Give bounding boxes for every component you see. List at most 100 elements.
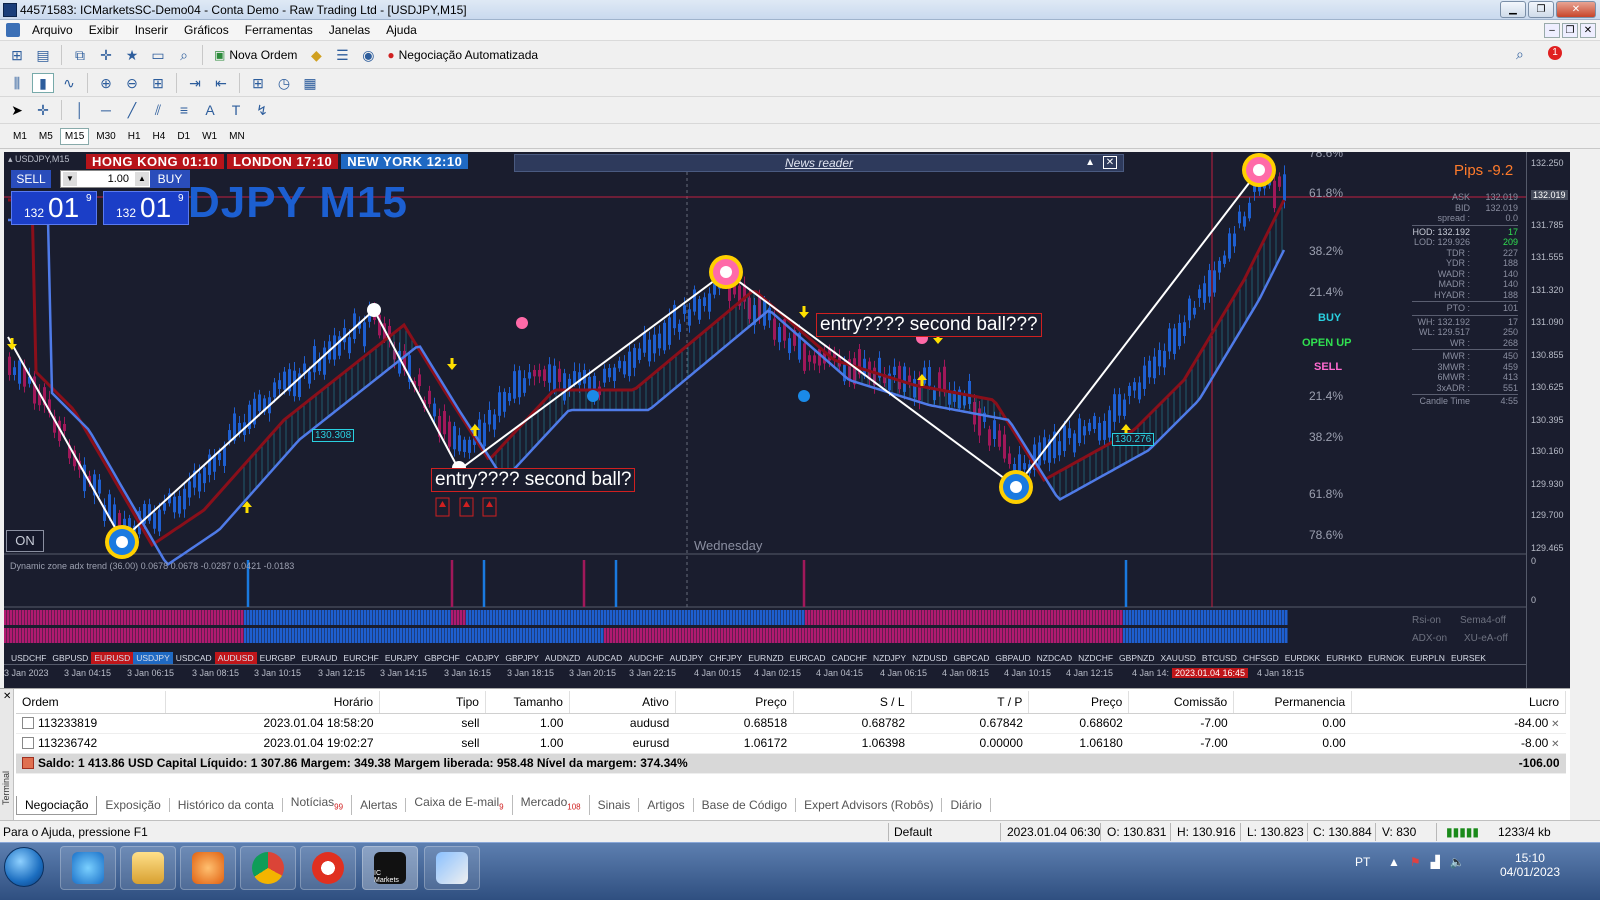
file-explorer-icon[interactable]	[120, 846, 176, 890]
symbol-button-btcusd[interactable]: BTCUSD	[1199, 652, 1240, 664]
trendline-icon[interactable]: ╱	[121, 100, 143, 120]
column-header[interactable]: T / P	[911, 691, 1030, 714]
menu-exibir[interactable]: Exibir	[81, 23, 127, 37]
tab-negocia-o[interactable]: Negociação	[16, 795, 98, 815]
chart-shift-icon[interactable]: ⇤	[210, 73, 232, 93]
candlestick-chart-icon[interactable]: ▮	[32, 73, 54, 93]
column-header[interactable]: S / L	[793, 691, 912, 714]
network-icon[interactable]: ▟	[1431, 855, 1440, 869]
line-chart-icon[interactable]: ∿	[58, 73, 80, 93]
annotation-text[interactable]: entry???? second ball?	[431, 468, 636, 492]
symbol-button-eurgbp[interactable]: EURGBP	[257, 652, 299, 664]
tab-base-de-c-digo[interactable]: Base de Código	[694, 798, 797, 812]
language-indicator[interactable]: PT	[1355, 855, 1370, 869]
text-label-icon[interactable]: T	[225, 100, 247, 120]
market-watch-icon[interactable]: ⧉	[69, 45, 91, 65]
menu-ajuda[interactable]: Ajuda	[378, 23, 425, 37]
close-button[interactable]: ✕	[1556, 1, 1596, 18]
zoom-out-icon[interactable]: ⊖	[121, 73, 143, 93]
symbol-button-audnzd[interactable]: AUDNZD	[542, 652, 583, 664]
new-order-button[interactable]: ▣ Nova Ordem	[210, 45, 301, 65]
tf-d1[interactable]: D1	[172, 128, 195, 145]
column-header[interactable]: Permanencia	[1233, 691, 1353, 714]
column-header[interactable]: Lucro	[1351, 691, 1566, 714]
symbol-button-gbpjpy[interactable]: GBPJPY	[502, 652, 542, 664]
symbol-button-eurnzd[interactable]: EURNZD	[745, 652, 786, 664]
column-header[interactable]: Preço	[675, 691, 794, 714]
tab-hist-rico-da-conta[interactable]: Histórico da conta	[170, 798, 283, 812]
symbol-button-eursek[interactable]: EURSEK	[1448, 652, 1489, 664]
lot-decrease-icon[interactable]: ▼	[63, 172, 77, 186]
symbol-button-usdcad[interactable]: USDCAD	[173, 652, 215, 664]
price-axis[interactable]: 0 0 132.250 132.019 131.785 131.555 131.320 1…	[1526, 152, 1570, 688]
chart-canvas[interactable]	[4, 152, 1526, 688]
notification-icon[interactable]: 1	[1548, 46, 1562, 60]
chart-window-icon[interactable]	[6, 23, 20, 37]
table-row[interactable]: 113236742 2023.01.04 19:02:27 sell 1.00 euru…	[16, 733, 1566, 754]
menu-ferramentas[interactable]: Ferramentas	[237, 23, 321, 37]
symbol-button-cadjpy[interactable]: CADJPY	[463, 652, 503, 664]
bar-chart-icon[interactable]: ⫼	[6, 73, 28, 93]
cursor-icon[interactable]: ➤	[6, 100, 28, 120]
column-header[interactable]: Ativo	[569, 691, 676, 714]
lot-size-input[interactable]: ▼ 1.00 ▲	[60, 170, 152, 188]
menu-janelas[interactable]: Janelas	[321, 23, 378, 37]
symbol-button-nzdusd[interactable]: NZDUSD	[909, 652, 950, 664]
symbol-button-audcad[interactable]: AUDCAD	[583, 652, 625, 664]
start-button-icon[interactable]	[4, 847, 44, 887]
symbol-button-gbpaud[interactable]: GBPAUD	[992, 652, 1033, 664]
symbol-button-gbpcad[interactable]: GBPCAD	[950, 652, 992, 664]
symbol-button-eurcad[interactable]: EURCAD	[787, 652, 829, 664]
mdi-close-button[interactable]: ✕	[1580, 23, 1596, 38]
fibonacci-icon[interactable]: ≡	[173, 100, 195, 120]
templates-icon[interactable]: ▦	[299, 73, 321, 93]
mdi-restore-button[interactable]: ❐	[1562, 23, 1578, 38]
signals-icon[interactable]: ☰	[331, 45, 353, 65]
symbol-button-usdchf[interactable]: USDCHF	[8, 652, 49, 664]
news-reader-bar[interactable]: News reader ▲ ✕	[514, 154, 1124, 172]
symbol-button-gbpchf[interactable]: GBPCHF	[421, 652, 462, 664]
symbol-button-cadchf[interactable]: CADCHF	[829, 652, 870, 664]
time-axis[interactable]: 3 Jan 2023 3 Jan 04:15 3 Jan 06:15 3 Jan 08…	[4, 664, 1526, 688]
column-header[interactable]: Tamanho	[485, 691, 570, 714]
tf-m15[interactable]: M15	[59, 128, 90, 145]
auto-scroll-icon[interactable]: ⇥	[184, 73, 206, 93]
collapse-icon[interactable]: ▲	[1085, 157, 1095, 168]
maximize-button[interactable]: ❐	[1528, 1, 1554, 18]
tab-alertas[interactable]: Alertas	[352, 798, 407, 812]
symbol-button-eurjpy[interactable]: EURJPY	[382, 652, 422, 664]
auto-trading-button[interactable]: ● Negociação Automatizada	[383, 45, 542, 65]
lot-increase-icon[interactable]: ▲	[135, 172, 149, 186]
column-header[interactable]: Preço	[1028, 691, 1130, 714]
tf-w1[interactable]: W1	[197, 128, 222, 145]
indicators-icon[interactable]: ⊞	[247, 73, 269, 93]
tab-not-cias[interactable]: Notícias99	[283, 795, 353, 815]
text-icon[interactable]: A	[199, 100, 221, 120]
buy-button[interactable]: BUY	[150, 170, 190, 188]
symbol-button-chfsgd[interactable]: CHFSGD	[1240, 652, 1282, 664]
tab-exposi-o[interactable]: Exposição	[97, 798, 170, 812]
crosshair-icon[interactable]: ✛	[32, 100, 54, 120]
symbol-button-eurhkd[interactable]: EURHKD	[1323, 652, 1365, 664]
chrome-icon[interactable]	[240, 846, 296, 890]
tf-m5[interactable]: M5	[34, 128, 58, 145]
show-hidden-icons-icon[interactable]: ▲	[1388, 855, 1400, 869]
system-clock[interactable]: 15:10 04/01/2023	[1500, 851, 1560, 879]
connection-icon[interactable]: ▮▮▮▮▮	[1446, 825, 1479, 839]
symbol-button-audchf[interactable]: AUDCHF	[625, 652, 666, 664]
navigator-icon[interactable]: ★	[121, 45, 143, 65]
horizontal-line-icon[interactable]: ─	[95, 100, 117, 120]
tf-m1[interactable]: M1	[8, 128, 32, 145]
metaeditor-icon[interactable]: ◆	[305, 45, 327, 65]
tab-expert-advisors-rob-s-[interactable]: Expert Advisors (Robôs)	[796, 798, 943, 812]
paint-icon[interactable]	[424, 846, 480, 890]
equidistant-channel-icon[interactable]: ⫽	[147, 100, 169, 120]
tf-mn[interactable]: MN	[224, 128, 250, 145]
symbol-button-gbpusd[interactable]: GBPUSD	[49, 652, 91, 664]
tab-caixa-de-e-mail[interactable]: Caixa de E-mail9	[406, 795, 513, 815]
mdi-minimize-button[interactable]: –	[1544, 23, 1560, 38]
annotation-text[interactable]: entry???? second ball???	[816, 313, 1042, 337]
close-icon[interactable]: ✕	[3, 691, 11, 702]
vps-icon[interactable]: ◉	[357, 45, 379, 65]
search-icon[interactable]: ⌕	[1516, 46, 1524, 63]
